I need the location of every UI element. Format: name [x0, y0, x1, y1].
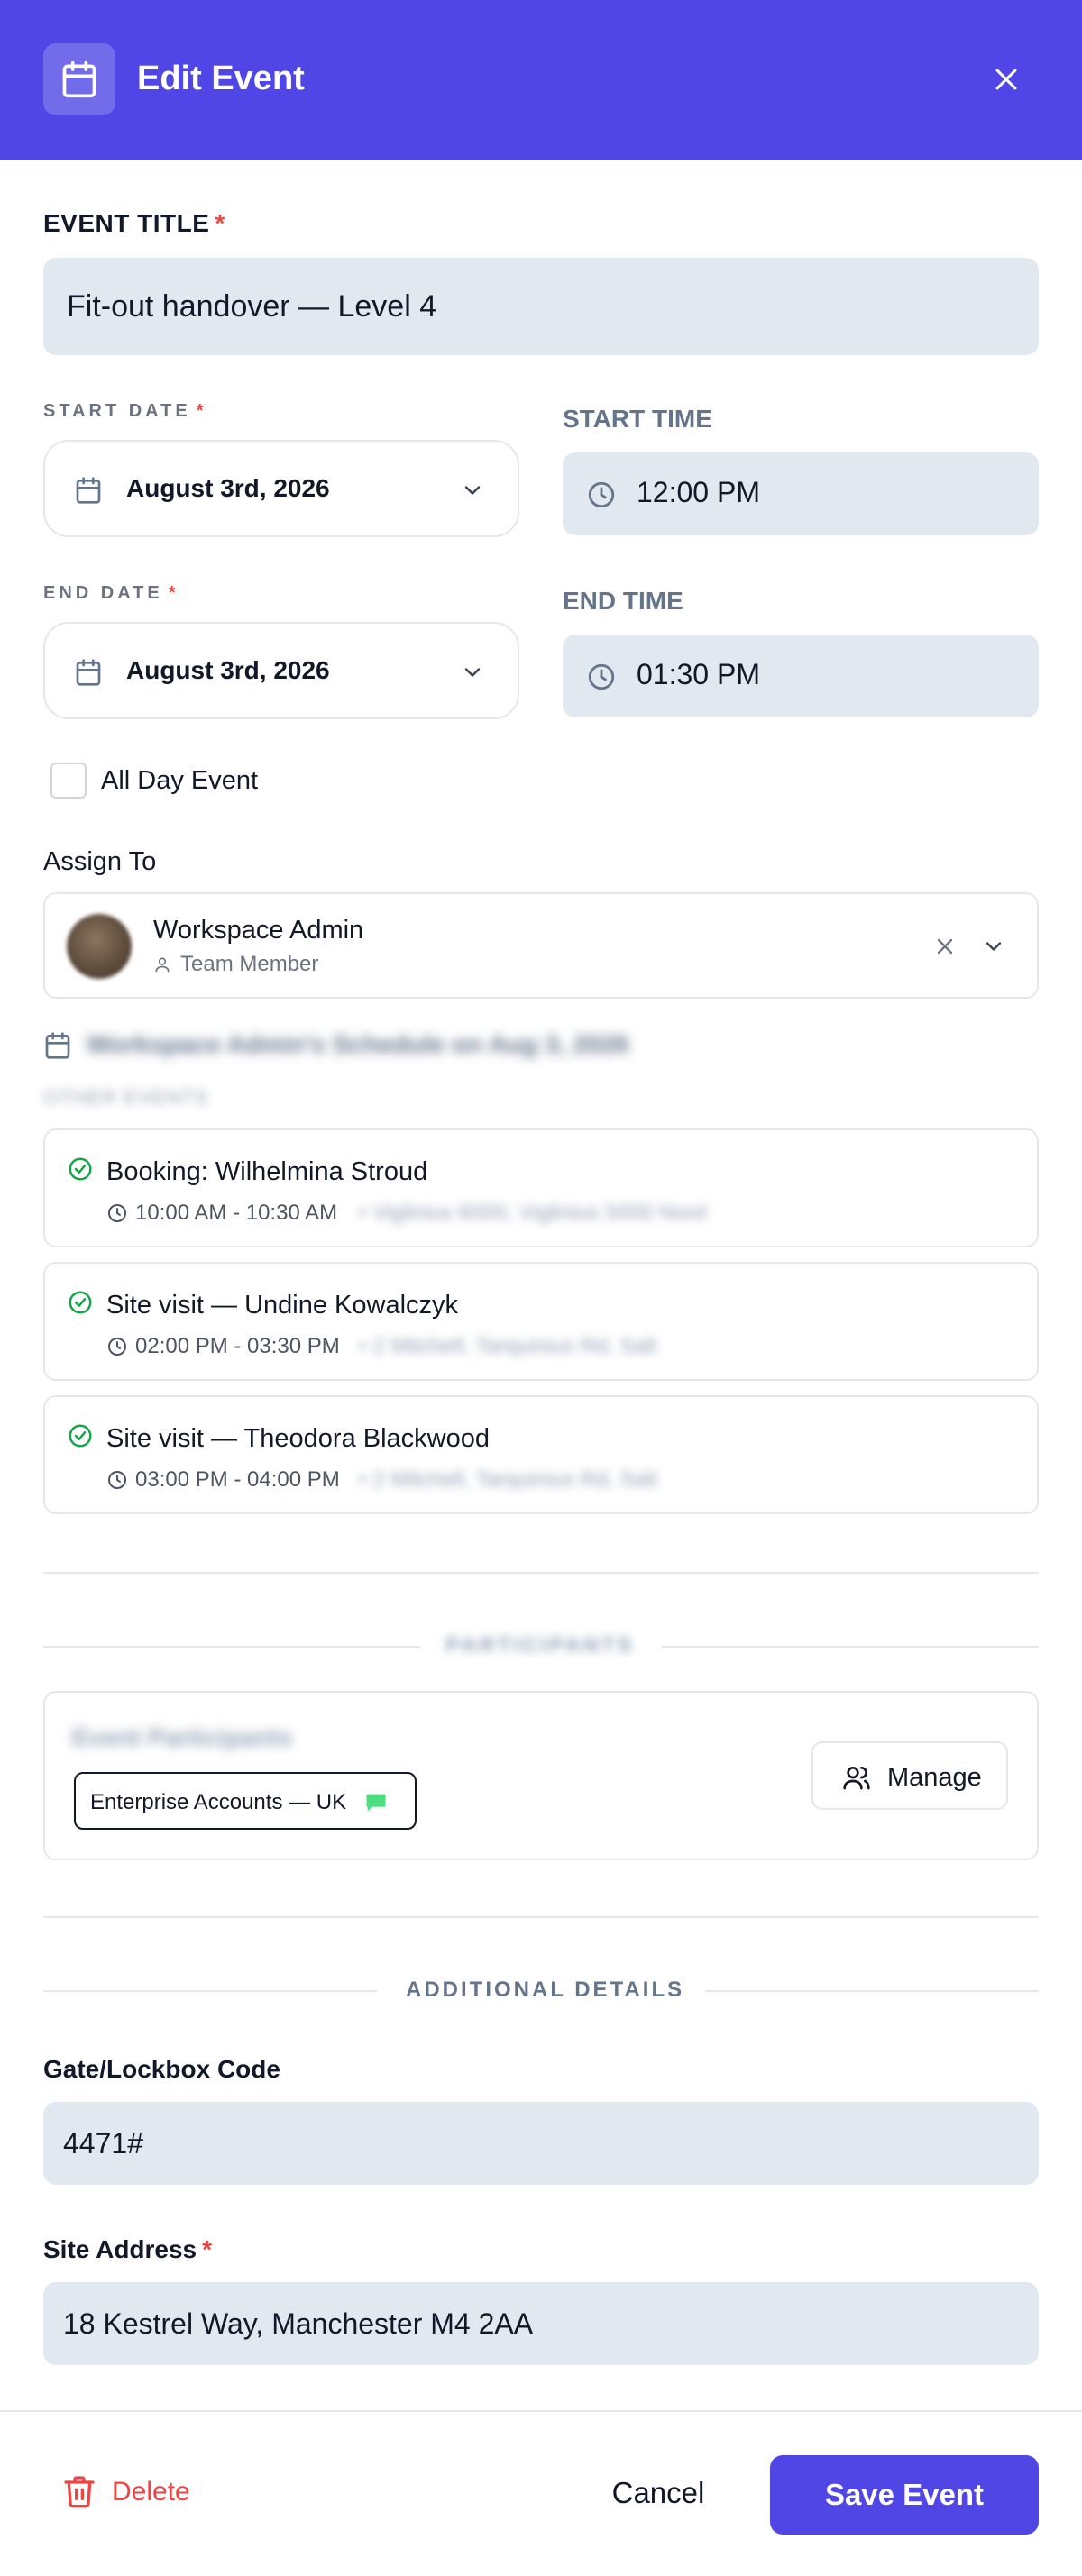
event-title-value: Fit-out handover — Level 4: [67, 288, 437, 324]
section-divider: [43, 1572, 1039, 1574]
site-address-input[interactable]: 18 Kestrel Way, Manchester M4 2AA: [43, 2282, 1039, 2365]
cancel-button[interactable]: Cancel: [595, 2457, 721, 2529]
end-date-value: August 3rd, 2026: [126, 656, 330, 684]
start-time-value: 12:00 PM: [637, 476, 760, 508]
user-icon: [155, 957, 170, 973]
schedule-event-title: Booking: Wilhelmina Stroud: [106, 1157, 428, 1186]
calendar-icon: [76, 477, 101, 504]
clock-icon: [108, 1204, 126, 1222]
calendar-icon: [76, 659, 101, 686]
assignee-role: Team Member: [180, 952, 319, 976]
all-day-label[interactable]: All Day Event: [101, 766, 258, 796]
schedule-event-time: 10:00 AM - 10:30 AM: [135, 1201, 338, 1225]
assignee-name: Workspace Admin: [153, 916, 364, 945]
assign-to-label: Assign To: [43, 847, 157, 876]
message-icon: [366, 1794, 386, 1812]
dialog-header: Edit Event: [0, 0, 1082, 160]
trash-icon: [64, 2476, 95, 2508]
start-date-value: August 3rd, 2026: [126, 474, 330, 502]
clock-icon: [588, 663, 615, 690]
schedule-event-title: Site visit — Undine Kowalczyk: [106, 1291, 459, 1320]
schedule-event-title: Site visit — Theodora Blackwood: [106, 1424, 491, 1453]
end-time-label: END TIME: [563, 587, 683, 615]
schedule-subtitle: OTHER EVENTS: [43, 1086, 209, 1109]
required-mark: *: [202, 2235, 213, 2263]
schedule-event-card[interactable]: Site visit — Theodora Blackwood 03:00 PM…: [43, 1395, 1039, 1514]
schedule-event-time: 03:00 PM - 04:00 PM: [135, 1467, 340, 1492]
participant-chip-label: Enterprise Accounts — UK: [90, 1790, 347, 1814]
section-divider: [43, 1916, 1039, 1918]
check-circle-icon: [69, 1291, 92, 1314]
clear-icon[interactable]: [932, 934, 958, 959]
site-address-label: Site Address *: [43, 2235, 213, 2263]
clock-icon: [108, 1338, 126, 1356]
check-circle-icon: [69, 1157, 92, 1181]
chevron-down-icon: [464, 668, 481, 677]
section-line: [43, 1646, 420, 1648]
delete-label: Delete: [112, 2477, 190, 2507]
end-time-input[interactable]: 01:30 PM: [563, 635, 1039, 717]
required-mark: *: [215, 209, 225, 237]
end-date-label: END DATE *: [43, 583, 179, 603]
participants-title: Event Participants: [72, 1723, 293, 1751]
start-time-input[interactable]: 12:00 PM: [563, 452, 1039, 535]
schedule-event-time: 02:00 PM - 03:30 PM: [135, 1334, 340, 1358]
all-day-checkbox[interactable]: [50, 763, 87, 799]
calendar-icon: [43, 43, 115, 115]
save-event-button[interactable]: Save Event: [770, 2455, 1039, 2535]
end-time-value: 01:30 PM: [637, 658, 760, 690]
avatar: [67, 914, 132, 979]
schedule-event-location: • Viglinius 6000, Viglinius 5000 Nord: [359, 1201, 707, 1225]
section-line: [43, 1990, 377, 1992]
participant-chip[interactable]: Enterprise Accounts — UK: [74, 1772, 417, 1830]
additional-details-label: ADDITIONAL DETAILS: [406, 1978, 685, 2002]
chevron-down-icon[interactable]: [981, 934, 1006, 959]
event-title-label: EVENT TITLE *: [43, 209, 225, 237]
participants-panel: Event Participants Enterprise Accounts —…: [43, 1691, 1039, 1860]
delete-button[interactable]: Delete: [58, 2466, 202, 2517]
start-date-label: START DATE *: [43, 401, 207, 421]
required-mark: *: [168, 583, 179, 603]
manage-participants-button[interactable]: Manage: [812, 1741, 1008, 1810]
check-circle-icon: [69, 1424, 92, 1448]
dialog-title: Edit Event: [137, 59, 305, 97]
start-date-picker[interactable]: August 3rd, 2026: [43, 440, 519, 537]
gate-code-label: Gate/Lockbox Code: [43, 2055, 280, 2083]
footer-divider: [0, 2410, 1082, 2412]
participants-section-label: PARTICIPANTS: [445, 1633, 635, 1658]
clock-icon: [108, 1471, 126, 1489]
calendar-icon: [45, 1032, 70, 1059]
assign-to-select[interactable]: Workspace Admin Team Member: [43, 892, 1039, 999]
users-icon: [843, 1767, 870, 1790]
gate-code-input[interactable]: 4471#: [43, 2102, 1039, 2185]
close-button[interactable]: [979, 56, 1033, 103]
schedule-event-location: • 2 Mitchell, Tarquinius Rd, Salt: [359, 1467, 657, 1492]
section-line: [662, 1646, 1039, 1648]
start-time-label: START TIME: [563, 405, 712, 433]
schedule-event-card[interactable]: Site visit — Undine Kowalczyk 02:00 PM -…: [43, 1262, 1039, 1381]
clock-icon: [588, 481, 615, 508]
event-title-input[interactable]: Fit-out handover — Level 4: [43, 258, 1039, 355]
schedule-event-location: • 2 Mitchell, Tarquinius Rd, Salt: [359, 1334, 657, 1358]
schedule-title: Workspace Admin's Schedule on Aug 3, 202…: [87, 1030, 629, 1058]
site-address-value: 18 Kestrel Way, Manchester M4 2AA: [63, 2307, 534, 2340]
chevron-down-icon: [464, 486, 481, 495]
required-mark: *: [196, 401, 207, 421]
close-icon: [995, 69, 1017, 90]
end-date-picker[interactable]: August 3rd, 2026: [43, 622, 519, 719]
schedule-event-card[interactable]: Booking: Wilhelmina Stroud 10:00 AM - 10…: [43, 1128, 1039, 1247]
manage-label: Manage: [887, 1763, 982, 1792]
section-line: [705, 1990, 1039, 1992]
gate-code-value: 4471#: [63, 2126, 143, 2160]
